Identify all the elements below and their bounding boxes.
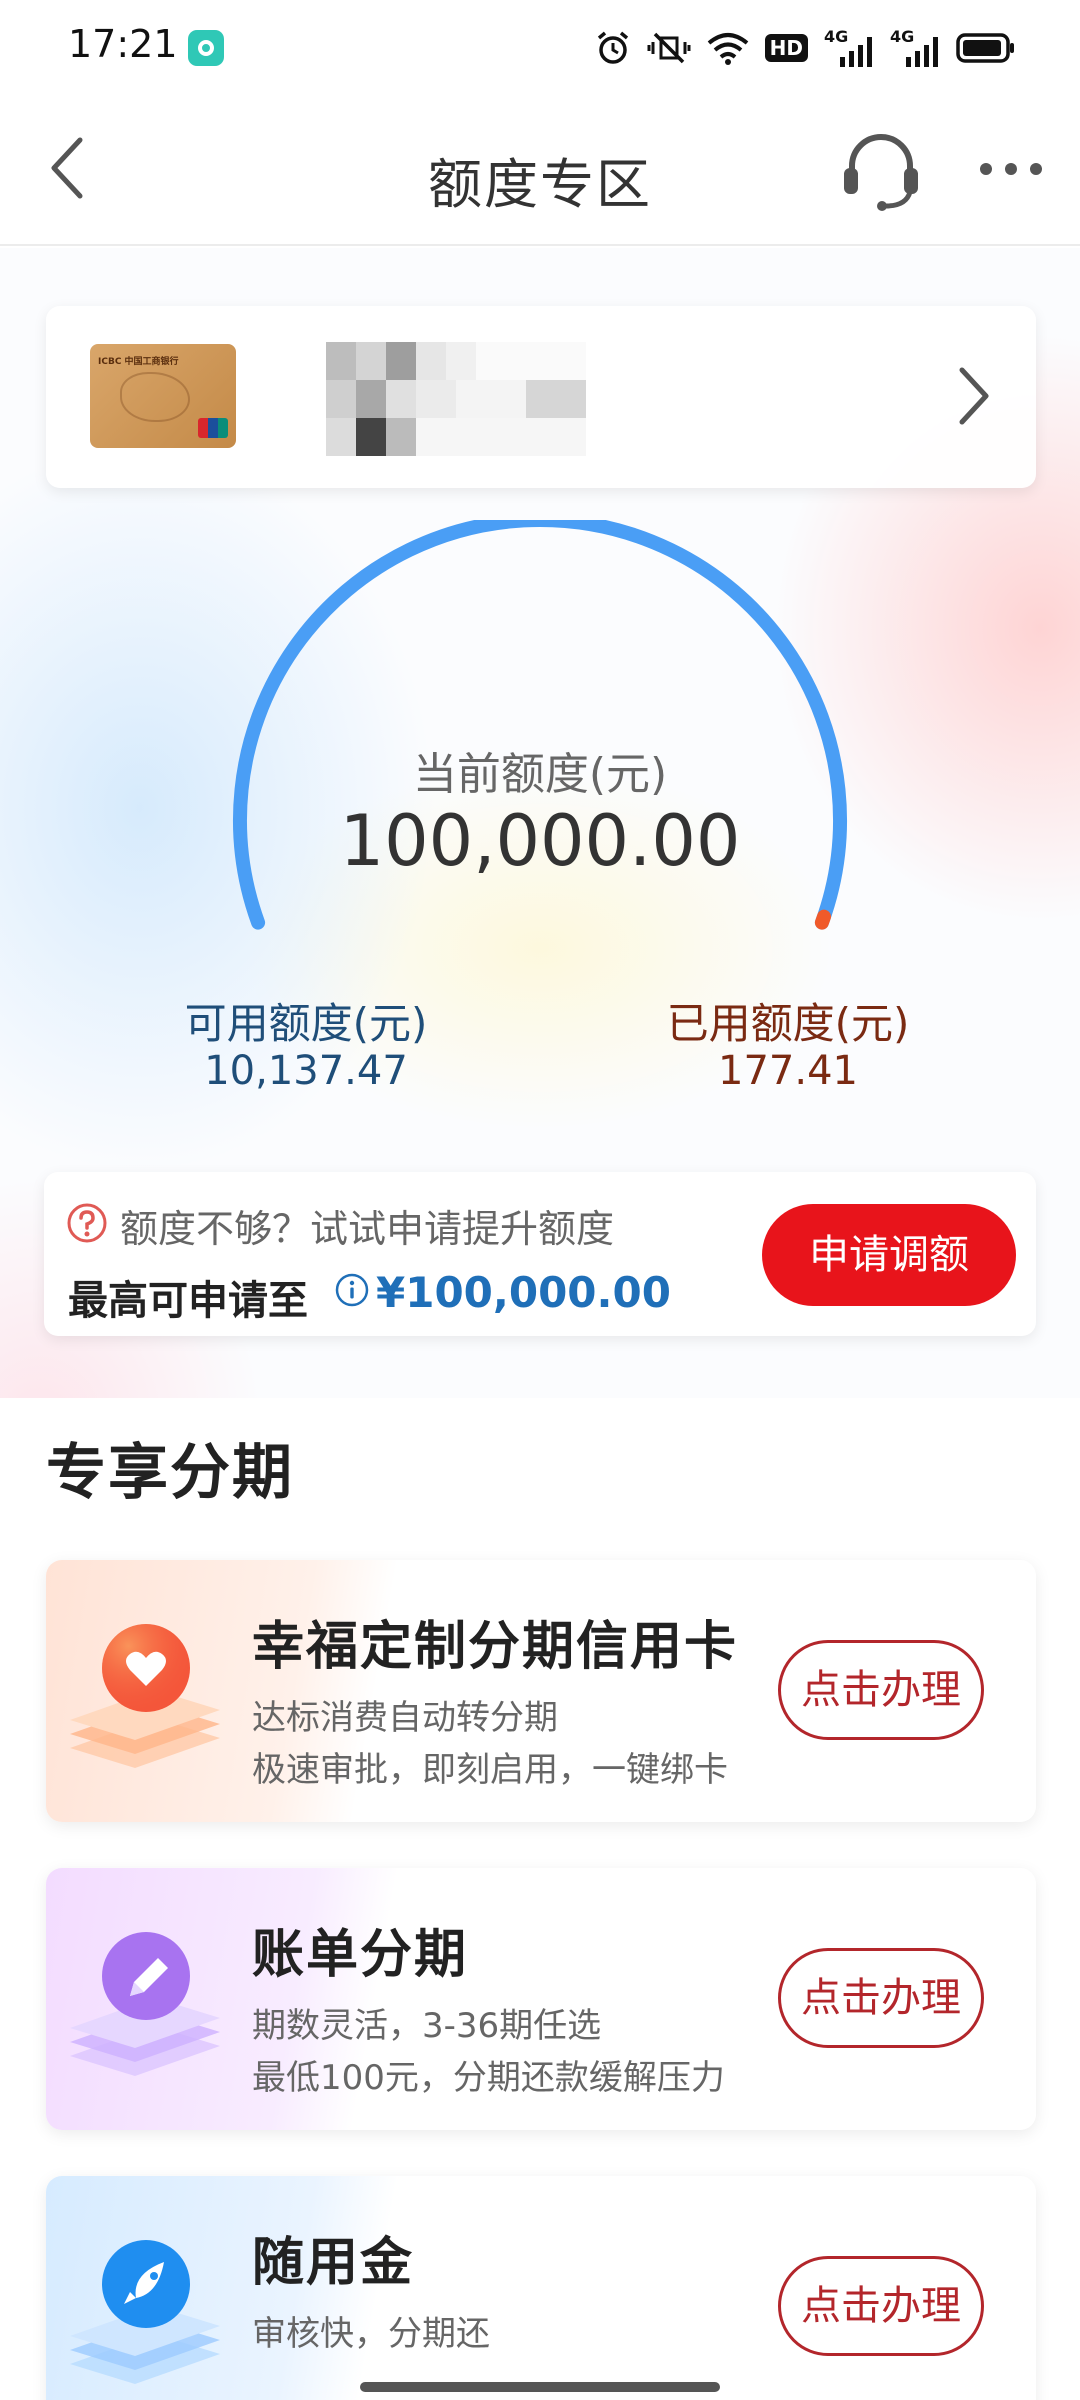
heart-icon: [70, 1624, 220, 1768]
offer-description: 达标消费自动转分期: [252, 1698, 558, 1738]
vibrate-mute-icon: [647, 32, 691, 64]
max-apply-label: 最高可申请至: [68, 1278, 308, 1324]
gauge-used-segment: [814, 909, 831, 930]
available-limit-label: 可用额度(元): [184, 999, 428, 1048]
status-time: 17:21: [68, 22, 178, 66]
status-bar: 17:21 HD 4G 4G: [0, 0, 1080, 96]
status-icons: HD 4G 4G: [595, 26, 1016, 70]
hd-icon: HD: [764, 34, 808, 62]
section-title: 专享分期: [46, 1438, 294, 1508]
battery-icon: [956, 33, 1014, 63]
apply-button[interactable]: 点击办理: [778, 1640, 984, 1740]
signal-icon: 4G: [890, 29, 940, 67]
masked-card-info: [326, 342, 586, 456]
offer-title: 随用金: [252, 2233, 415, 2293]
nav-bar: 额度专区: [0, 96, 1080, 246]
apply-increase-button[interactable]: 申请调额: [762, 1204, 1016, 1306]
offer-description: 极速审批，即刻启用，一键绑卡: [252, 1750, 728, 1790]
info-icon[interactable]: [334, 1272, 370, 1308]
more-dots-icon[interactable]: [976, 154, 1046, 184]
card-bank-name: ICBC 中国工商银行: [98, 357, 179, 367]
rocket-icon: [70, 2240, 220, 2384]
page: 17:21 HD 4G 4G 额度专区 ICBC 中国工商银行 当前额度(元) …: [0, 0, 1080, 2400]
current-limit-label: 当前额度(元): [412, 749, 668, 800]
current-limit-value: 100,000.00: [339, 800, 741, 882]
card-map-decoration: [120, 372, 190, 422]
question-icon: [67, 1203, 107, 1243]
offer-description: 审核快，分期还: [252, 2314, 490, 2354]
pencil-icon: [70, 1932, 220, 2076]
offer-title: 账单分期: [252, 1925, 469, 1985]
max-apply-amount: ¥100,000.00: [376, 1268, 671, 1317]
credit-card-thumbnail: ICBC 中国工商银行: [90, 344, 236, 448]
apply-button[interactable]: 点击办理: [778, 1948, 984, 2048]
available-limit-value: 10,137.47: [204, 1048, 408, 1094]
chevron-right-icon[interactable]: [954, 364, 994, 428]
app-notification-icon: [188, 30, 224, 66]
offer-title: 幸福定制分期信用卡: [252, 1617, 739, 1677]
limit-increase-hint: 额度不够？试试申请提升额度: [120, 1207, 615, 1251]
apply-button[interactable]: 点击办理: [778, 2256, 984, 2356]
alarm-icon: [597, 31, 628, 64]
used-limit-label: 已用额度(元): [666, 999, 910, 1048]
offer-card[interactable]: 账单分期 期数灵活，3-36期任选 最低100元，分期还款缓解压力 点击办理: [46, 1868, 1036, 2130]
offer-description: 期数灵活，3-36期任选: [252, 2006, 602, 2046]
signal-icon: 4G: [824, 29, 874, 67]
limit-increase-banner: 额度不够？试试申请提升额度 最高可申请至 ¥100,000.00 申请调额: [44, 1172, 1036, 1336]
wifi-icon: [707, 33, 748, 65]
card-selector[interactable]: ICBC 中国工商银行: [46, 306, 1036, 488]
home-indicator[interactable]: [360, 2382, 720, 2392]
offer-description: 最低100元，分期还款缓解压力: [252, 2058, 725, 2098]
offer-card[interactable]: 随用金 审核快，分期还 点击办理: [46, 2176, 1036, 2400]
unionpay-logo: [198, 418, 228, 438]
offer-card[interactable]: 幸福定制分期信用卡 达标消费自动转分期 极速审批，即刻启用，一键绑卡 点击办理: [46, 1560, 1036, 1822]
used-limit-value: 177.41: [718, 1048, 858, 1094]
headset-icon[interactable]: [840, 130, 922, 212]
